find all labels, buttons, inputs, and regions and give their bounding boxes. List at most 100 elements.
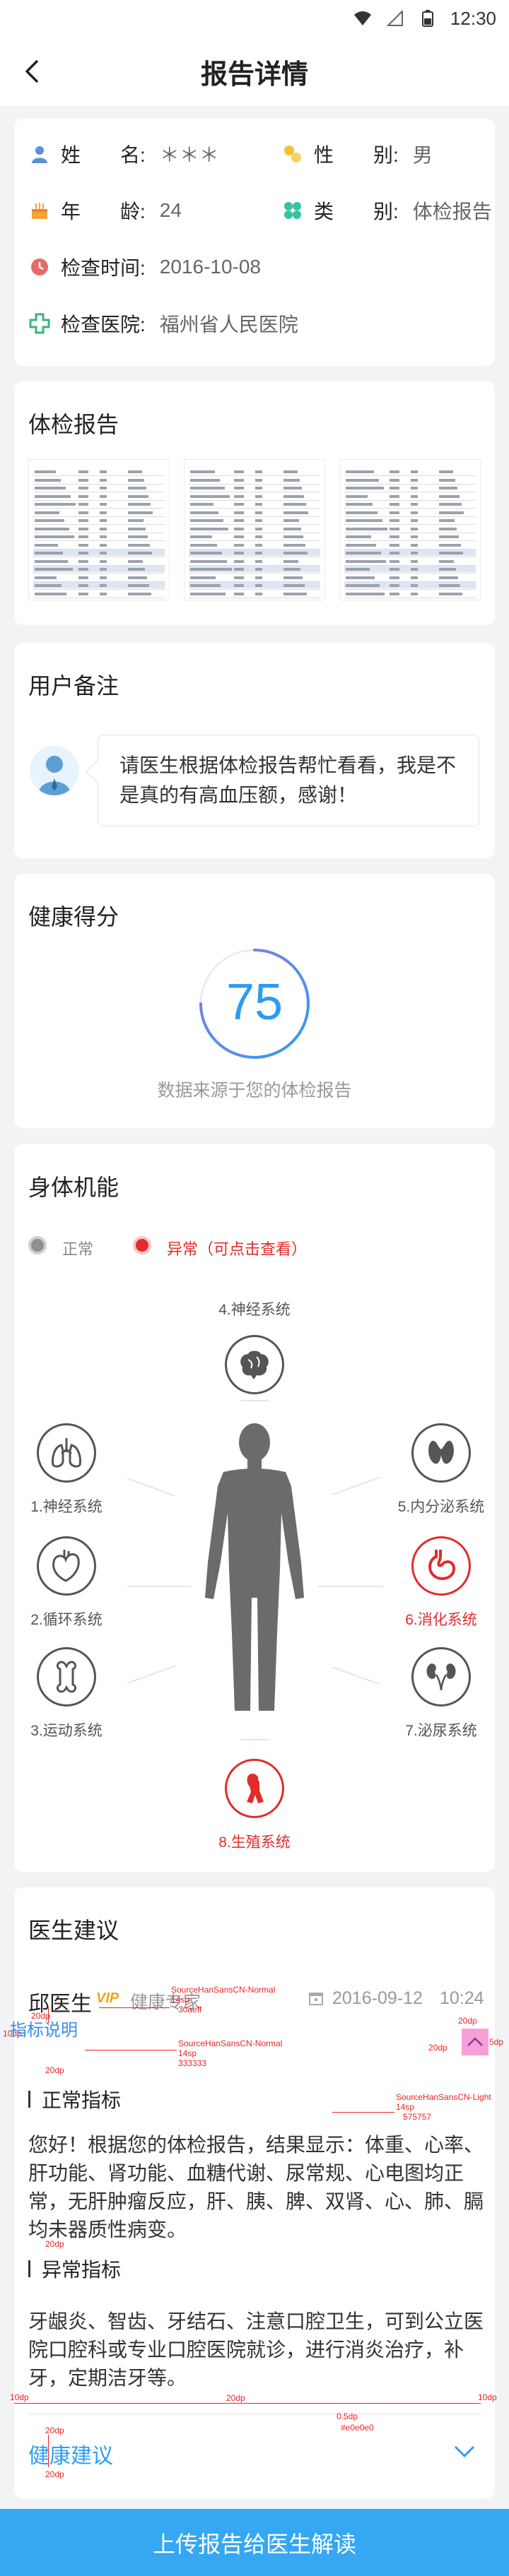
- spacing-annotation: 10dp: [10, 2392, 29, 2402]
- category-icon: [281, 199, 304, 222]
- thumb-cell: [234, 568, 244, 571]
- system-node-nervous-top[interactable]: [225, 1335, 284, 1394]
- signal-icon: [385, 8, 405, 28]
- gender-value: 男: [412, 144, 433, 166]
- thumb-cell: [234, 543, 244, 547]
- report-thumbnail[interactable]: [339, 459, 481, 600]
- thumb-cell: [255, 559, 262, 563]
- category-label: 类 别:: [314, 201, 399, 222]
- header: 报告详情: [0, 37, 509, 106]
- thumb-cell: [35, 487, 66, 489]
- system-label: 1.神经系统: [30, 1499, 103, 1515]
- thumb-cell: [390, 519, 399, 522]
- thumb-cell: [255, 576, 262, 579]
- system-label: 4.神经系统: [218, 1302, 291, 1318]
- thumb-cell: [78, 552, 88, 554]
- thumb-cell: [78, 559, 88, 563]
- upload-report-button[interactable]: 上传报告给医生解读: [0, 2509, 509, 2576]
- thumb-cell: [100, 559, 107, 563]
- thumb-cell: [439, 552, 463, 554]
- spacing-annotation: 20dp: [458, 2016, 477, 2026]
- avatar: [30, 746, 79, 795]
- status-time: 12:30: [450, 7, 496, 29]
- thumb-cell: [390, 568, 399, 571]
- thumb-cell: [390, 592, 399, 595]
- thumb-cell: [411, 487, 418, 489]
- connector-line: [127, 1478, 175, 1497]
- hospital-label: 检查医院:: [61, 314, 146, 336]
- hospital-cross-icon: [28, 312, 51, 335]
- bone-icon: [56, 1661, 77, 1693]
- spacing-annotation: 20dp: [45, 2426, 64, 2435]
- thumb-cell: [439, 478, 455, 482]
- thumb-cell: [78, 543, 88, 547]
- report-thumbnail[interactable]: [184, 459, 325, 600]
- thumb-cell: [190, 527, 228, 530]
- health-advice-link[interactable]: 健康建议: [28, 2438, 113, 2469]
- thumb-row-line: [33, 483, 165, 485]
- thumb-cell: [439, 535, 459, 538]
- thumb-cell: [346, 552, 381, 554]
- thumb-cell: [390, 559, 399, 563]
- cake-icon: [28, 199, 51, 222]
- thumb-cell: [255, 478, 262, 482]
- thumb-cell: [390, 494, 399, 498]
- connector-line: [240, 1400, 269, 1401]
- connector-line: [332, 1476, 381, 1495]
- chevron-down-icon[interactable]: [452, 2441, 476, 2462]
- spacing-annotation: 10dp: [478, 2392, 497, 2402]
- thumb-cell: [234, 527, 244, 530]
- redline: [332, 2112, 394, 2113]
- thumb-cell: [100, 527, 107, 530]
- thumb-cell: [190, 543, 217, 547]
- report-thumbnail[interactable]: [28, 459, 170, 600]
- thumb-cell: [234, 503, 244, 506]
- thumb-cell: [411, 568, 418, 571]
- thumb-cell: [190, 584, 221, 587]
- thumb-cell: [128, 527, 146, 530]
- thumb-row-line: [33, 516, 165, 517]
- system-node-circulatory[interactable]: [37, 1536, 96, 1596]
- thumb-cell: [255, 519, 262, 522]
- spacing-annotation: 20dp: [45, 2469, 64, 2479]
- spacing-annotation: 20dp: [226, 2393, 245, 2403]
- thumb-cell: [346, 503, 373, 506]
- thumb-cell: [128, 552, 152, 554]
- system-node-digestive[interactable]: [411, 1536, 471, 1596]
- remark-text: 请医生根据体检报告帮忙看看，我是不是真的有高血压额，感谢！: [119, 754, 457, 806]
- thumb-cell: [78, 592, 88, 595]
- thumb-cell: [439, 576, 458, 579]
- thumb-cell: [128, 592, 151, 595]
- system-node-reproductive[interactable]: [225, 1759, 284, 1818]
- thumb-cell: [234, 535, 244, 538]
- thumb-cell: [78, 576, 88, 579]
- thumb-cell: [78, 584, 88, 587]
- thumb-cell: [390, 584, 399, 587]
- connector-line: [127, 1586, 191, 1587]
- divider-spec: #e0e0e0: [341, 2423, 374, 2433]
- thumb-cell: [234, 487, 244, 489]
- thumb-cell: [35, 503, 76, 506]
- chevron-up-icon: [462, 2029, 488, 2055]
- thumb-cell: [35, 470, 56, 473]
- thumb-cell: [411, 494, 418, 498]
- thumb-cell: [283, 559, 298, 563]
- normal-indicators-heading: 正常指标: [28, 2085, 121, 2113]
- system-node-endocrine[interactable]: [411, 1423, 471, 1483]
- system-label: 2.循环系统: [30, 1612, 103, 1628]
- thumb-cell: [439, 487, 457, 489]
- system-node-nervous-1[interactable]: [37, 1423, 96, 1483]
- back-button[interactable]: [14, 54, 49, 89]
- system-node-urinary[interactable]: [411, 1647, 471, 1707]
- system-node-motor[interactable]: [37, 1647, 96, 1707]
- thumb-cell: [390, 576, 399, 579]
- thumb-row-line: [33, 540, 165, 541]
- spacing-annotation: 20dp: [31, 2011, 50, 2021]
- thumb-cell: [283, 576, 303, 579]
- thumb-cell: [439, 519, 455, 522]
- thumb-cell: [390, 503, 399, 506]
- thumb-row-line: [344, 475, 476, 476]
- thumb-cell: [283, 543, 305, 547]
- thumb-cell: [411, 592, 418, 595]
- thumb-cell: [234, 584, 244, 587]
